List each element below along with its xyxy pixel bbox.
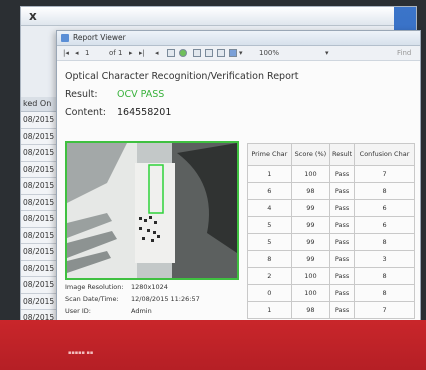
confusion-char-cell: 7 [354, 301, 415, 319]
content-label: Content: [65, 107, 106, 118]
viewer-titlebar: Report Viewer [57, 31, 420, 46]
prime-char-cell: 4 [247, 199, 292, 217]
table-row: 2 100 Pass 8 [247, 267, 415, 285]
background-titlebar: x [21, 7, 416, 26]
print-icon[interactable] [193, 49, 201, 57]
content-value: 164558201 [117, 107, 172, 118]
report-viewer-icon [61, 34, 69, 42]
refresh-icon[interactable] [179, 49, 187, 57]
confusion-char-cell: 8 [354, 267, 415, 285]
zoom-select[interactable]: 100% [259, 46, 279, 60]
prime-char-cell: 6 [247, 182, 292, 200]
confusion-char-cell: 8 [354, 182, 415, 200]
score-cell: 98 [290, 182, 331, 200]
zoom-dropdown-icon[interactable]: ▾ [325, 46, 329, 60]
score-cell: 100 [290, 284, 331, 302]
prime-char-cell: 0 [247, 284, 292, 302]
result-label: Result: [65, 89, 98, 100]
prime-char-cell: 2 [247, 267, 292, 285]
result-cell: Pass [329, 267, 356, 285]
prime-char-cell: 1 [247, 301, 292, 319]
prime-char-cell: 1 [247, 165, 292, 183]
column-header: Prime Char [247, 143, 292, 166]
table-row: 4 99 Pass 6 [247, 199, 415, 217]
score-cell: 99 [290, 216, 331, 234]
score-cell: 99 [290, 233, 331, 251]
export-icon[interactable] [229, 49, 237, 57]
report-viewer-window: Report Viewer |◂ ◂ 1 of 1 ▸ ▸| ◂ ▾ 100% … [56, 30, 421, 332]
resolution-label: Image Resolution: [65, 283, 124, 291]
table-row: 8 99 Pass 3 [247, 250, 415, 268]
export-dropdown-icon[interactable]: ▾ [239, 46, 243, 60]
confusion-char-cell: 8 [354, 233, 415, 251]
confusion-char-cell: 6 [354, 216, 415, 234]
confusion-char-cell: 6 [354, 199, 415, 217]
back-icon[interactable]: ◂ [155, 46, 159, 60]
last-page-icon[interactable]: ▸| [139, 46, 145, 60]
result-cell: Pass [329, 284, 356, 302]
stop-icon[interactable] [167, 49, 175, 57]
score-cell: 100 [290, 267, 331, 285]
column-header: Score (%) [290, 143, 331, 166]
table-row: 5 99 Pass 6 [247, 216, 415, 234]
table-row: 6 98 Pass 8 [247, 182, 415, 200]
bezel-text: ▪▪▪▪▪ ▪▪ [68, 350, 94, 356]
scan-datetime-label: Scan Date/Time: [65, 295, 119, 303]
first-page-icon[interactable]: |◂ [63, 46, 69, 60]
table-row: 1 98 Pass 7 [247, 301, 415, 319]
resolution-value: 1280x1024 [131, 283, 168, 291]
result-cell: Pass [329, 199, 356, 217]
score-cell: 98 [290, 301, 331, 319]
page-setup-icon[interactable] [217, 49, 225, 57]
confusion-char-cell: 8 [354, 284, 415, 302]
character-results-table: Prime Char Score (%) Result Confusion Ch… [247, 143, 415, 319]
result-cell: Pass [329, 233, 356, 251]
confusion-char-cell: 3 [354, 250, 415, 268]
viewer-title: Report Viewer [73, 33, 126, 42]
page-number-input[interactable]: 1 [85, 46, 89, 60]
scan-image [65, 141, 239, 280]
close-icon[interactable]: x [29, 9, 37, 23]
prime-char-cell: 5 [247, 216, 292, 234]
column-header: Confusion Char [354, 143, 415, 166]
result-cell: Pass [329, 301, 356, 319]
print-layout-icon[interactable] [205, 49, 213, 57]
column-header: Result [329, 143, 356, 166]
result-value: OCV PASS [117, 89, 165, 100]
result-cell: Pass [329, 250, 356, 268]
next-page-icon[interactable]: ▸ [129, 46, 133, 60]
table-row: 1 100 Pass 7 [247, 165, 415, 183]
scan-datetime-value: 12/08/2015 11:26:57 [131, 295, 200, 303]
screenshot-scene: x ked On 08/2015 08/2015 08/2015 08/2015 08/… [0, 0, 426, 370]
table-row: 5 99 Pass 8 [247, 233, 415, 251]
report-title: Optical Character Recognition/Verificati… [65, 71, 299, 82]
prime-char-cell: 5 [247, 233, 292, 251]
prev-page-icon[interactable]: ◂ [75, 46, 79, 60]
result-cell: Pass [329, 182, 356, 200]
user-id-value: Admin [131, 307, 152, 315]
find-button[interactable]: Find [397, 46, 411, 60]
score-cell: 99 [290, 199, 331, 217]
red-monitor-bezel [0, 320, 426, 370]
viewer-toolbar: |◂ ◂ 1 of 1 ▸ ▸| ◂ ▾ 100% ▾ Find [57, 46, 420, 61]
prime-char-cell: 8 [247, 250, 292, 268]
result-cell: Pass [329, 216, 356, 234]
user-id-label: User ID: [65, 307, 91, 315]
page-count: of 1 [109, 49, 123, 57]
scan-image-graphic [67, 143, 237, 278]
table-header-row: Prime Char Score (%) Result Confusion Ch… [247, 143, 415, 166]
table-row: 0 100 Pass 8 [247, 284, 415, 302]
result-cell: Pass [329, 165, 356, 183]
score-cell: 100 [290, 165, 331, 183]
confusion-char-cell: 7 [354, 165, 415, 183]
score-cell: 99 [290, 250, 331, 268]
